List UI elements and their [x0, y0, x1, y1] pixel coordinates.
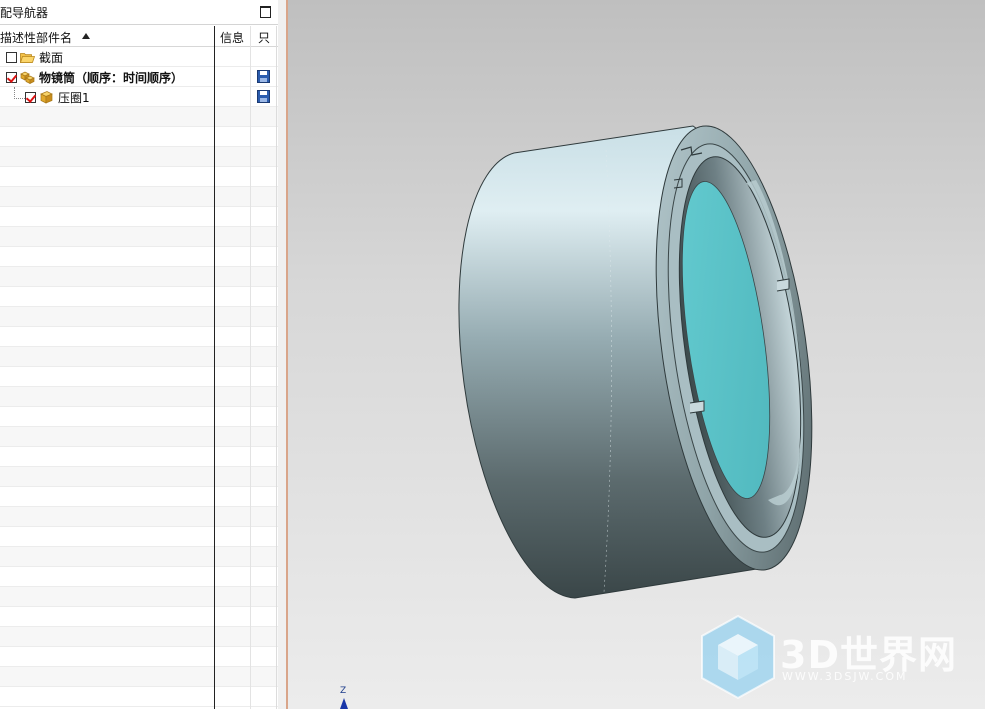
maximize-icon[interactable]: [260, 6, 271, 18]
visibility-checkbox[interactable]: [6, 51, 17, 63]
empty-rows: [0, 107, 278, 707]
save-icon: [257, 90, 270, 103]
empty-row: [0, 507, 278, 527]
empty-row: [0, 367, 278, 387]
empty-row: [0, 647, 278, 667]
graphics-viewport[interactable]: 3D世界网 WWW.3DSJW.COM Z: [288, 0, 985, 709]
tree-row-part[interactable]: 压圈1: [0, 87, 278, 107]
tree-node: 物镜筒（顺序：时间顺序）: [6, 67, 183, 87]
empty-row: [0, 427, 278, 447]
empty-row: [0, 687, 278, 707]
empty-row: [0, 287, 278, 307]
sort-ascending-icon[interactable]: [82, 33, 90, 39]
empty-row: [0, 187, 278, 207]
tree-row-assembly[interactable]: 物镜筒（顺序：时间顺序）: [0, 67, 278, 87]
column-divider: [276, 26, 277, 709]
empty-row: [0, 247, 278, 267]
empty-row: [0, 467, 278, 487]
tree-row-section[interactable]: 截面: [0, 47, 278, 67]
column-divider[interactable]: [250, 26, 251, 709]
empty-row: [0, 567, 278, 587]
empty-row: [0, 207, 278, 227]
empty-row: [0, 327, 278, 347]
assembly-icon: [20, 71, 35, 84]
navigator-rows: 截面 物镜筒（顺序：时间顺序） 压圈1: [0, 47, 278, 709]
tree-node: 压圈1: [25, 87, 90, 107]
empty-row: [0, 147, 278, 167]
navigator-title: 配导航器: [0, 6, 49, 20]
save-icon: [257, 70, 270, 83]
empty-row: [0, 407, 278, 427]
empty-row: [0, 347, 278, 367]
visibility-checkbox[interactable]: [6, 71, 17, 83]
empty-row: [0, 547, 278, 567]
triad-axis-label: Z: [340, 686, 347, 696]
visibility-checkbox[interactable]: [25, 91, 36, 103]
app-window: 配导航器 描述性部件名 信息 只 截面 物镜筒（顺序：时间顺序） 压圈1 3D世…: [0, 0, 985, 709]
empty-row: [0, 127, 278, 147]
column-header-info[interactable]: 信息: [215, 29, 249, 46]
empty-row: [0, 447, 278, 467]
assembly-navigator: 配导航器 描述性部件名 信息 只 截面 物镜筒（顺序：时间顺序） 压圈1: [0, 0, 278, 709]
empty-row: [0, 307, 278, 327]
tree-node-label: 截面: [39, 50, 64, 65]
column-header-readonly[interactable]: 只: [251, 29, 277, 46]
lens-barrel-model[interactable]: [288, 0, 985, 709]
empty-row: [0, 227, 278, 247]
tree-node-label: 压圈1: [58, 90, 90, 105]
navigator-title-bar: 配导航器: [0, 0, 278, 25]
tree-connector: [14, 87, 25, 99]
empty-row: [0, 587, 278, 607]
empty-row: [0, 387, 278, 407]
empty-row: [0, 267, 278, 287]
column-header-name[interactable]: 描述性部件名: [0, 29, 214, 46]
tree-node-label: 物镜筒（顺序：时间顺序）: [39, 70, 184, 85]
empty-row: [0, 527, 278, 547]
empty-row: [0, 627, 278, 647]
column-divider[interactable]: [214, 26, 215, 709]
empty-row: [0, 107, 278, 127]
empty-row: [0, 167, 278, 187]
part-icon: [40, 91, 53, 104]
tree-node: 截面: [6, 47, 63, 67]
navigator-column-header: 描述性部件名 信息 只: [0, 26, 278, 47]
watermark-url: WWW.3DSJW.COM: [782, 670, 908, 683]
folder-icon: [20, 52, 35, 63]
empty-row: [0, 607, 278, 627]
panel-splitter[interactable]: [278, 0, 288, 709]
empty-row: [0, 487, 278, 507]
empty-row: [0, 667, 278, 687]
